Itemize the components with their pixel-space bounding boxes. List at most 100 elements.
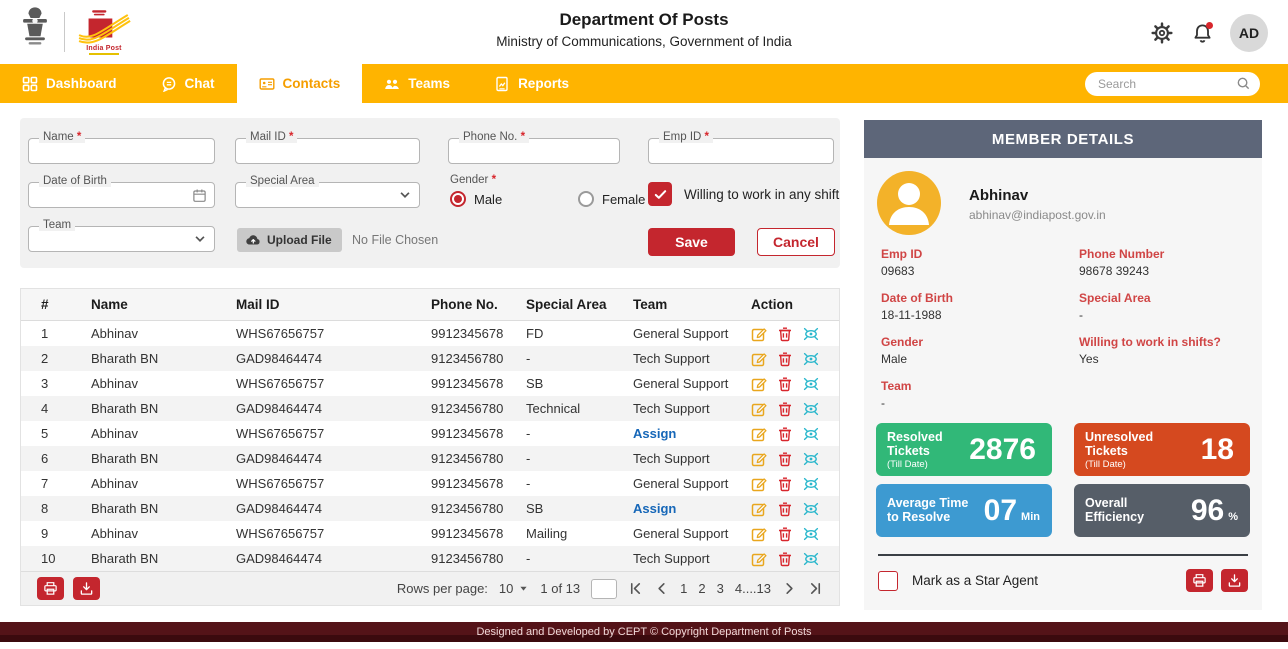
upload-file-button[interactable]: Upload File <box>237 228 342 252</box>
edit-icon[interactable] <box>751 501 767 517</box>
cell-index: 8 <box>41 501 91 516</box>
edit-icon[interactable] <box>751 401 767 417</box>
table-row[interactable]: 10 Bharath BN GAD98464474 9123456780 - T… <box>21 546 839 571</box>
upload-label: Upload File <box>267 233 332 247</box>
delete-trash-icon[interactable] <box>777 426 793 442</box>
table-row[interactable]: 3 Abhinav WHS67656757 9912345678 SB Gene… <box>21 371 839 396</box>
special-area-select[interactable]: Special Area <box>235 182 420 208</box>
nav-item-teams[interactable]: Teams <box>362 64 472 103</box>
unmonitor-eye-icon[interactable] <box>803 451 819 467</box>
shift-checkbox[interactable] <box>648 182 672 206</box>
table-row[interactable]: 4 Bharath BN GAD98464474 9123456780 Tech… <box>21 396 839 421</box>
shift-checkbox-group: Willing to work in any shift <box>648 182 839 206</box>
cell-team: Tech Support <box>633 551 751 566</box>
rows-per-page-select[interactable]: 10 <box>499 581 529 596</box>
edit-icon[interactable] <box>751 551 767 567</box>
member-summary: Abhinav abhinav@indiapost.gov.in <box>864 158 1262 239</box>
avatar[interactable]: AD <box>1230 14 1268 52</box>
cloud-upload-icon <box>245 233 261 247</box>
unmonitor-eye-icon[interactable] <box>803 526 819 542</box>
unmonitor-eye-icon[interactable] <box>803 551 819 567</box>
unmonitor-eye-icon[interactable] <box>803 351 819 367</box>
next-page-icon[interactable] <box>782 581 797 596</box>
delete-trash-icon[interactable] <box>777 526 793 542</box>
table-row[interactable]: 8 Bharath BN GAD98464474 9123456780 SB A… <box>21 496 839 521</box>
emp-id-field[interactable]: Emp ID * <box>648 138 834 164</box>
delete-trash-icon[interactable] <box>777 376 793 392</box>
table-row[interactable]: 9 Abhinav WHS67656757 9912345678 Mailing… <box>21 521 839 546</box>
notifications-bell-icon[interactable] <box>1190 21 1214 45</box>
col-name: Name <box>91 297 236 312</box>
col-team: Team <box>633 297 751 312</box>
delete-trash-icon[interactable] <box>777 501 793 517</box>
page-number-2[interactable]: 2 <box>698 581 705 596</box>
name-field[interactable]: Name * <box>28 138 215 164</box>
last-page-icon[interactable] <box>808 581 823 596</box>
settings-gear-icon[interactable] <box>1150 21 1174 45</box>
footer-text: Designed and Developed by CEPT © Copyrig… <box>476 626 811 638</box>
unmonitor-eye-icon[interactable] <box>803 501 819 517</box>
mail-id-field[interactable]: Mail ID * <box>235 138 420 164</box>
go-to-page-input[interactable] <box>591 579 617 599</box>
calendar-icon[interactable] <box>192 188 207 208</box>
delete-trash-icon[interactable] <box>777 351 793 367</box>
delete-trash-icon[interactable] <box>777 476 793 492</box>
nav-item-chat[interactable]: Chat <box>139 64 237 103</box>
unmonitor-eye-icon[interactable] <box>803 426 819 442</box>
member-download-button[interactable] <box>1221 569 1248 592</box>
table-row[interactable]: 2 Bharath BN GAD98464474 9123456780 - Te… <box>21 346 839 371</box>
phone-label: Phone No. <box>463 131 517 143</box>
print-button[interactable] <box>37 577 64 600</box>
first-page-icon[interactable] <box>628 581 643 596</box>
cancel-button[interactable]: Cancel <box>757 228 835 256</box>
page-number-1[interactable]: 1 <box>680 581 687 596</box>
phone-field[interactable]: Phone No. * <box>448 138 620 164</box>
cell-mail-id: GAD98464474 <box>236 351 431 366</box>
table-row[interactable]: 1 Abhinav WHS67656757 9912345678 FD Gene… <box>21 321 839 346</box>
assign-team-link[interactable]: Assign <box>633 501 751 516</box>
edit-icon[interactable] <box>751 526 767 542</box>
table-row[interactable]: 5 Abhinav WHS67656757 9912345678 - Assig… <box>21 421 839 446</box>
unmonitor-eye-icon[interactable] <box>803 476 819 492</box>
nav-item-dashboard[interactable]: Dashboard <box>0 64 139 103</box>
table-row[interactable]: 6 Bharath BN GAD98464474 9123456780 - Te… <box>21 446 839 471</box>
edit-icon[interactable] <box>751 326 767 342</box>
unmonitor-eye-icon[interactable] <box>803 376 819 392</box>
date-of-birth-field[interactable]: Date of Birth <box>28 182 215 208</box>
nav-item-contacts[interactable]: Contacts <box>237 64 363 103</box>
member-print-button[interactable] <box>1186 569 1213 592</box>
cell-mail-id: GAD98464474 <box>236 451 431 466</box>
cell-index: 9 <box>41 526 91 541</box>
cell-index: 10 <box>41 551 91 566</box>
table-row[interactable]: 7 Abhinav WHS67656757 9912345678 - Gener… <box>21 471 839 496</box>
delete-trash-icon[interactable] <box>777 401 793 417</box>
cell-actions <box>751 476 839 492</box>
nav-item-reports[interactable]: Reports <box>472 64 591 103</box>
page-number-3[interactable]: 3 <box>717 581 724 596</box>
female-radio[interactable] <box>578 191 594 207</box>
page-number-4-to-13[interactable]: 4....13 <box>735 581 771 596</box>
assign-team-link[interactable]: Assign <box>633 426 751 441</box>
edit-icon[interactable] <box>751 451 767 467</box>
delete-trash-icon[interactable] <box>777 551 793 567</box>
edit-icon[interactable] <box>751 351 767 367</box>
delete-trash-icon[interactable] <box>777 326 793 342</box>
search-input[interactable] <box>1085 72 1260 96</box>
edit-icon[interactable] <box>751 476 767 492</box>
cell-phone: 9123456780 <box>431 351 526 366</box>
edit-icon[interactable] <box>751 376 767 392</box>
stat-resolved-tickets: Resolved Tickets(Till Date) 2876 <box>876 423 1052 476</box>
prev-page-icon[interactable] <box>654 581 669 596</box>
edit-icon[interactable] <box>751 426 767 442</box>
cell-phone: 9123456780 <box>431 501 526 516</box>
download-button[interactable] <box>73 577 100 600</box>
delete-trash-icon[interactable] <box>777 451 793 467</box>
male-radio[interactable] <box>450 191 466 207</box>
star-agent-checkbox[interactable] <box>878 571 898 591</box>
save-button[interactable]: Save <box>648 228 735 256</box>
reports-icon <box>494 76 510 92</box>
unmonitor-eye-icon[interactable] <box>803 326 819 342</box>
unmonitor-eye-icon[interactable] <box>803 401 819 417</box>
nav-label: Reports <box>518 76 569 91</box>
team-select[interactable]: Team <box>28 226 215 252</box>
